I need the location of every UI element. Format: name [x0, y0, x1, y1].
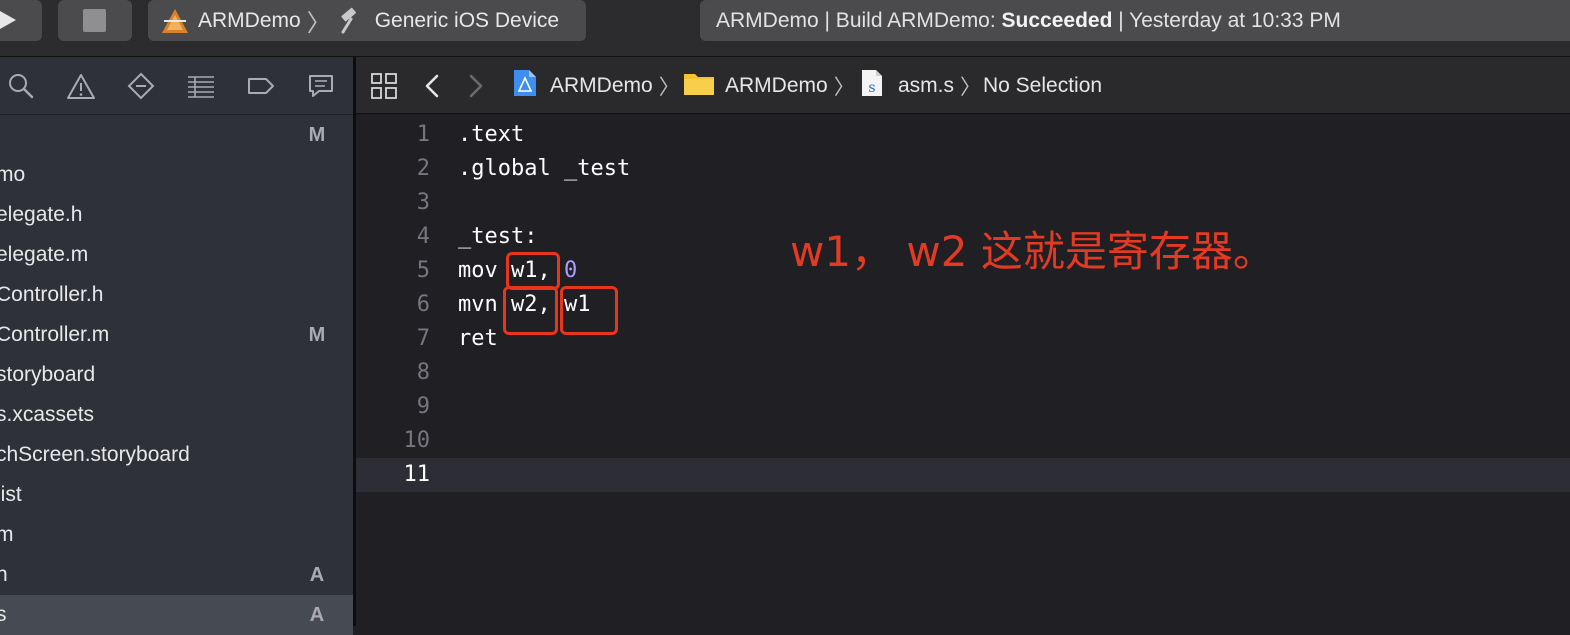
list-item[interactable]: Controller.m M	[0, 315, 353, 355]
list-item[interactable]: mo	[0, 155, 353, 195]
code-text: ret	[458, 326, 498, 351]
search-icon[interactable]	[6, 71, 36, 101]
line-number: 11	[403, 462, 431, 487]
app-icon	[160, 7, 190, 35]
jump-bar-file[interactable]: s asm.s 〉	[860, 57, 985, 114]
file-name: storyboard	[0, 363, 96, 386]
jump-bar-file-label: asm.s	[898, 73, 955, 97]
forward-chevron-icon[interactable]	[466, 57, 486, 114]
tag-icon[interactable]	[246, 71, 276, 101]
scheme-selector[interactable]: ARMDemo 〉 Generic iOS Device	[148, 0, 586, 41]
status-prefix: ARMDemo | Build ARMDemo:	[716, 8, 1002, 32]
status-result: Succeeded	[1001, 8, 1113, 32]
file-name: elegate.m	[0, 243, 89, 266]
number-literal: 0	[563, 258, 578, 283]
related-items-grid-icon[interactable]	[370, 57, 398, 114]
annotation-text: w1， w2 这就是寄存器。	[790, 227, 1275, 276]
project-file-icon	[512, 68, 538, 104]
code-text: .global _test	[458, 156, 631, 181]
status-suffix: | Yesterday at 10:33 PM	[1112, 8, 1341, 32]
chevron-right-icon: 〉	[658, 75, 680, 99]
code-text: .text	[458, 122, 525, 147]
code-line[interactable]: 10	[356, 424, 1570, 458]
line-number: 3	[416, 190, 430, 215]
file-name: s	[0, 603, 7, 626]
jump-bar: ARMDemo 〉 ARMDemo 〉 s asm.s 〉 No Selecti…	[356, 57, 1570, 114]
code-line[interactable]: 1 .text	[356, 118, 1570, 152]
list-item[interactable]: elegate.m	[0, 235, 353, 275]
file-name: m	[0, 523, 14, 546]
stop-button[interactable]	[58, 0, 132, 41]
line-number: 8	[416, 360, 430, 385]
line-number: 4	[416, 224, 430, 249]
project-root-row[interactable]: M	[0, 115, 353, 155]
status-badge: A	[309, 603, 325, 626]
back-chevron-icon[interactable]	[422, 57, 442, 114]
file-name: s.xcassets	[0, 403, 95, 426]
status-badge: A	[309, 563, 325, 586]
jump-bar-symbol[interactable]: No Selection	[983, 57, 1102, 114]
list-item[interactable]: s.xcassets	[0, 395, 353, 435]
folder-icon	[683, 70, 715, 102]
chevron-right-icon: 〉	[833, 75, 855, 99]
run-button[interactable]	[0, 0, 42, 41]
list-item[interactable]: chScreen.storyboard	[0, 435, 353, 475]
list-item-selected[interactable]: s A	[0, 595, 353, 635]
file-name: Controller.m	[0, 323, 110, 346]
line-number: 7	[416, 326, 430, 351]
jump-bar-project[interactable]: ARMDemo 〉	[512, 57, 684, 114]
line-number: 9	[416, 394, 430, 419]
code-text: _test:	[458, 224, 538, 249]
code-line[interactable]: 8	[356, 356, 1570, 390]
jump-bar-group[interactable]: ARMDemo 〉	[683, 57, 859, 114]
list-item[interactable]: storyboard	[0, 355, 353, 395]
line-number: 1	[416, 122, 430, 147]
list-item[interactable]: elegate.h	[0, 195, 353, 235]
file-name: elegate.h	[0, 203, 83, 226]
list-item[interactable]: list	[0, 475, 353, 515]
activity-status: ARMDemo | Build ARMDemo: Succeeded | Yes…	[700, 0, 1570, 41]
project-navigator: M mo elegate.h elegate.m Controller.h Co…	[0, 57, 353, 635]
list-item[interactable]: h A	[0, 555, 353, 595]
navigator-tabs	[0, 57, 353, 115]
scheme-project-label: ARMDemo	[198, 8, 301, 32]
warning-icon[interactable]	[66, 71, 96, 101]
toolbar: ARMDemo 〉 Generic iOS Device ARMDemo | B…	[0, 0, 1570, 57]
file-name: list	[0, 483, 22, 506]
source-editor[interactable]: 1 .text 2 .global _test 3 4 _test: 5 mov…	[356, 114, 1570, 626]
line-number: 2	[416, 156, 430, 181]
stop-icon	[83, 9, 106, 32]
list-icon[interactable]	[186, 71, 216, 101]
line-number: 10	[403, 428, 431, 453]
chevron-right-icon: 〉	[960, 75, 982, 99]
code-line[interactable]: 2 .global _test	[356, 152, 1570, 186]
file-name: mo	[0, 163, 26, 186]
code-line[interactable]: 9	[356, 390, 1570, 424]
line-number: 6	[416, 292, 430, 317]
register-highlight-w1-operand	[560, 286, 618, 335]
jump-bar-symbol-label: No Selection	[983, 73, 1103, 97]
scheme-device-label: Generic iOS Device	[374, 8, 560, 32]
register-highlight-w2	[503, 286, 558, 335]
status-badge: M	[308, 323, 326, 346]
register-highlight-w1	[506, 252, 560, 290]
file-name: chScreen.storyboard	[0, 443, 190, 466]
jump-bar-group-label: ARMDemo	[725, 73, 828, 97]
code-line[interactable]: 3	[356, 186, 1570, 220]
file-name: h	[0, 563, 8, 586]
file-name: Controller.h	[0, 283, 104, 306]
list-item[interactable]: m	[0, 515, 353, 555]
hammer-icon	[339, 7, 367, 35]
line-number: 5	[416, 258, 430, 283]
comment-icon[interactable]	[306, 71, 336, 101]
play-icon	[0, 11, 16, 29]
chevron-right-icon: 〉	[306, 10, 331, 37]
breakpoint-diamond-icon[interactable]	[126, 71, 156, 101]
status-badge: M	[308, 123, 326, 146]
svg-text:s: s	[868, 80, 875, 96]
asm-file-icon: s	[860, 68, 884, 104]
jump-bar-project-label: ARMDemo	[550, 73, 653, 97]
code-line-current[interactable]: 11	[356, 458, 1570, 492]
list-item[interactable]: Controller.h	[0, 275, 353, 315]
